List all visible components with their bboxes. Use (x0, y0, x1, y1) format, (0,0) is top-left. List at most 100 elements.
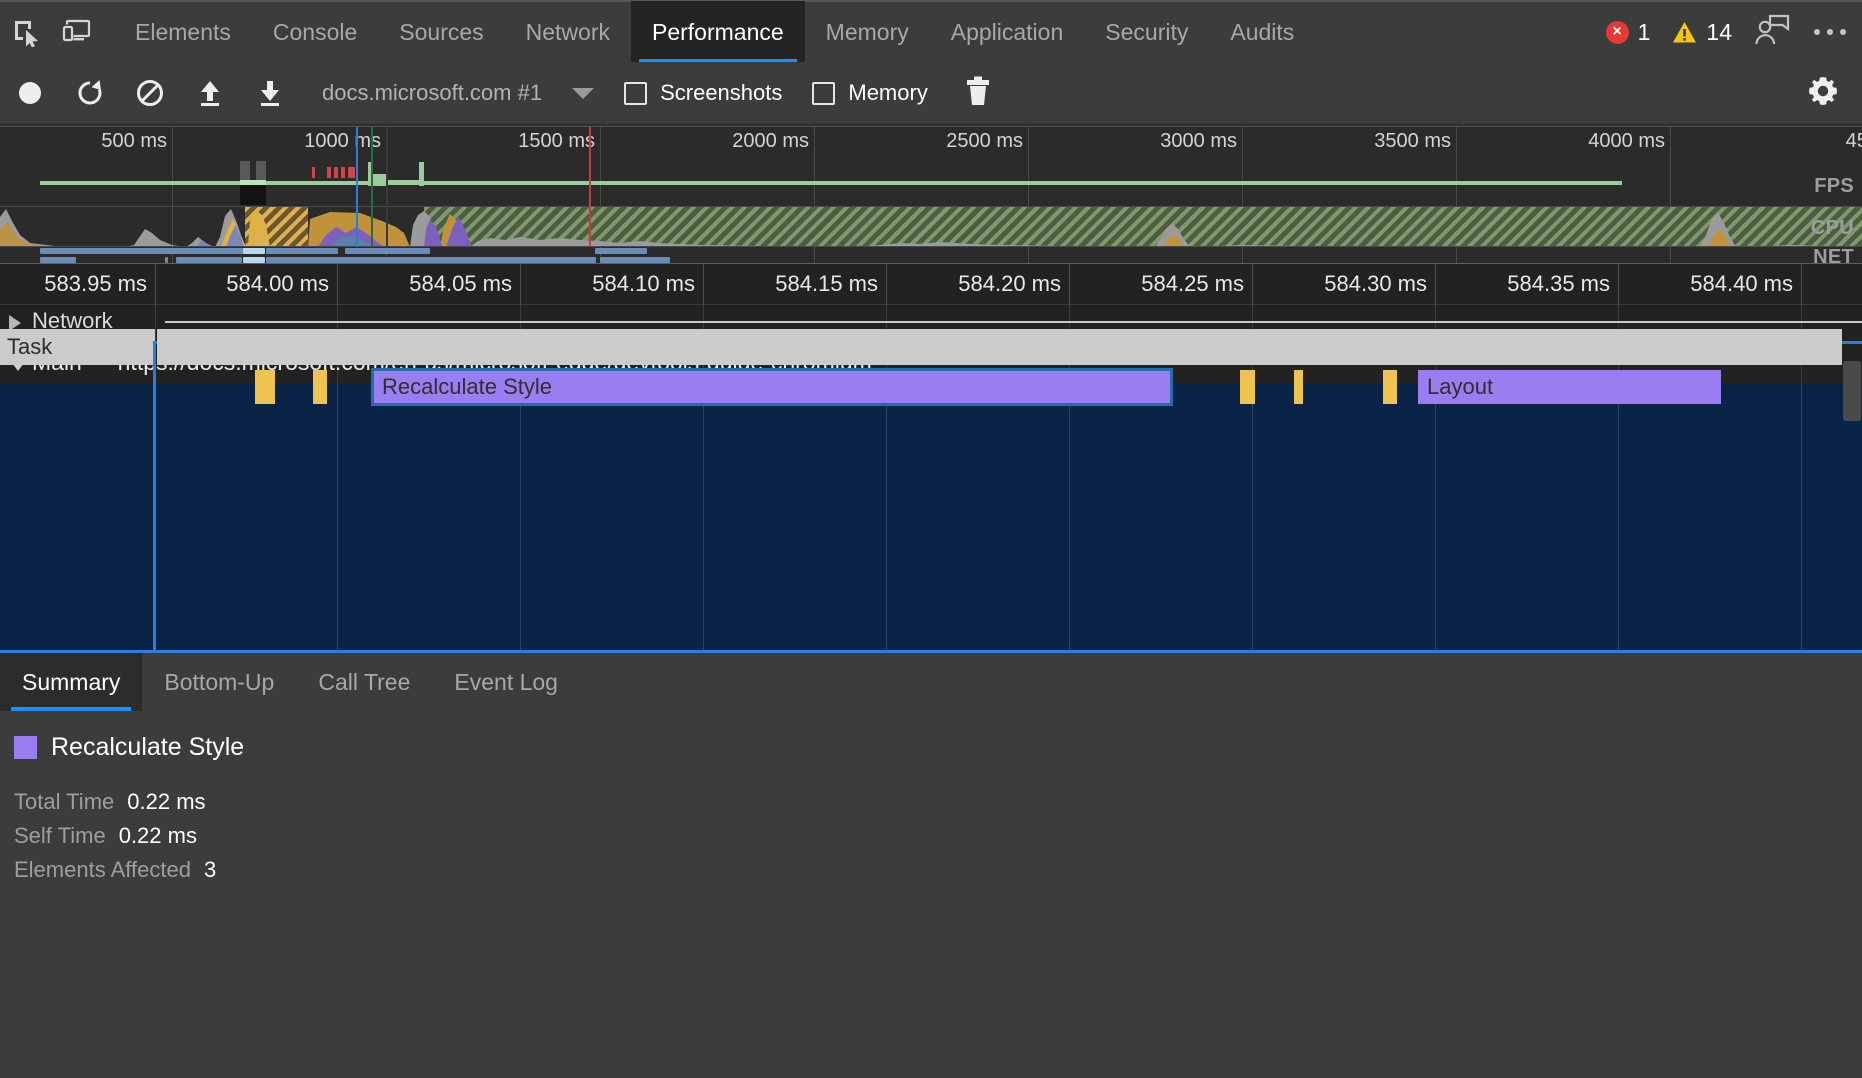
net-request-bar (595, 248, 647, 254)
gear-icon[interactable] (1806, 74, 1840, 113)
device-toolbar-icon[interactable] (52, 1, 104, 63)
save-profile-button[interactable] (240, 62, 300, 125)
details-tab-call-tree[interactable]: Call Tree (296, 653, 432, 711)
flame-event-recalculate-style[interactable]: Recalculate Style (371, 368, 1173, 406)
ruler-tick: 584.00 ms (226, 264, 338, 306)
overview-cpu-lane: CPU (0, 207, 1862, 247)
fps-lane-label: FPS (1814, 175, 1854, 197)
flame-event-yellow[interactable] (1383, 370, 1397, 404)
flame-event-yellow[interactable] (313, 370, 327, 404)
overview-marker-red (589, 127, 591, 247)
overview-tick-label: 2500 ms (946, 130, 1023, 152)
summary-header: Recalculate Style (14, 733, 1862, 762)
tab-label: Elements (135, 18, 231, 45)
ruler-tick-label: 584.05 ms (409, 271, 512, 296)
screenshots-checkbox[interactable]: Screenshots (624, 80, 782, 106)
warning-icon (1672, 21, 1697, 44)
flame-event-yellow[interactable] (1240, 370, 1255, 404)
flame-event-label: Task (7, 334, 53, 359)
tab-security[interactable]: Security (1084, 1, 1209, 63)
record-button[interactable] (0, 62, 60, 125)
clear-recording-button[interactable] (120, 62, 180, 125)
tab-label: Console (272, 18, 358, 45)
details-tab-label: Call Tree (318, 668, 411, 695)
ruler-tick: 584.25 ms (1141, 264, 1253, 306)
overview-marker-blue (356, 127, 358, 247)
cpu-lane-label: CPU (1810, 217, 1854, 239)
flame-event-yellow[interactable] (255, 370, 275, 404)
tab-console[interactable]: Console (252, 1, 378, 63)
overview-fps-lane: FPS (0, 159, 1862, 207)
error-badge[interactable]: × 1 (1605, 19, 1650, 46)
net-lane-label: NET (1813, 247, 1854, 263)
inspect-element-icon[interactable] (0, 1, 52, 63)
tab-network[interactable]: Network (505, 1, 631, 63)
load-profile-button[interactable] (180, 62, 240, 125)
overview-marker-green (371, 127, 373, 247)
summary-row: Total Time 0.22 ms (14, 785, 1862, 819)
recording-name[interactable]: docs.microsoft.com #1 (322, 80, 542, 106)
overview-tick-label: 450 (1845, 130, 1862, 152)
person-feedback-icon[interactable] (1754, 14, 1790, 51)
tab-performance[interactable]: Performance (631, 1, 805, 63)
ruler-tick: 584.05 ms (409, 264, 521, 306)
memory-checkbox[interactable]: Memory (812, 80, 928, 106)
overview-tick-label: 4000 ms (1588, 130, 1665, 152)
details-tab-summary[interactable]: Summary (0, 653, 143, 711)
details-tab-event-log[interactable]: Event Log (432, 653, 580, 711)
details-tab-label: Summary (22, 668, 121, 695)
flame-event-task[interactable] (157, 329, 1842, 365)
tab-application[interactable]: Application (930, 1, 1085, 63)
ruler-tick-label: 584.30 ms (1324, 271, 1427, 296)
summary-row-value: 3 (203, 857, 217, 882)
summary-row: Self Time 0.22 ms (14, 819, 1862, 853)
ruler-tick-label: 584.00 ms (226, 271, 329, 296)
flame-event-label: Layout (1427, 374, 1494, 399)
details-tab-label: Bottom-Up (164, 668, 275, 695)
event-color-swatch (14, 736, 37, 759)
ruler-tick: 583.95 ms (44, 264, 156, 306)
flame-event-task[interactable]: Task (0, 329, 155, 365)
ruler-tick-label: 584.10 ms (592, 271, 695, 296)
fps-long-frame (334, 167, 338, 178)
flame-gridline (886, 384, 887, 652)
fps-frame-bar (419, 162, 424, 186)
fps-frame-good (240, 180, 266, 185)
flamechart-scrollbar-thumb[interactable] (1843, 361, 1861, 421)
timeline-overview[interactable]: 500 ms 1000 ms 1500 ms 2000 ms 2500 ms 3… (0, 126, 1862, 263)
ruler-tick: 584.15 ms (775, 264, 887, 306)
flamechart[interactable]: Network Main — https://docs.microsoft.co… (0, 305, 1862, 652)
checkbox-box (812, 81, 836, 105)
flamechart-playhead[interactable] (153, 341, 156, 652)
network-track-rule (165, 321, 1862, 323)
net-request-bar (266, 248, 338, 254)
ruler-tick-label: 583.95 ms (44, 271, 147, 296)
ruler-tick: 584.30 ms (1324, 264, 1436, 306)
summary-row-key: Self Time (14, 823, 106, 848)
ruler-tick: 584.10 ms (592, 264, 704, 306)
flame-event-layout[interactable]: Layout (1418, 370, 1721, 404)
flame-gridline (520, 384, 521, 652)
reload-and-record-button[interactable] (60, 62, 120, 125)
tab-elements[interactable]: Elements (114, 1, 252, 63)
flame-gridline (1069, 384, 1070, 652)
tab-sources[interactable]: Sources (378, 1, 504, 63)
flame-event-yellow[interactable] (1294, 370, 1303, 404)
memory-label: Memory (848, 80, 928, 105)
tab-memory[interactable]: Memory (805, 1, 930, 63)
ruler-tick-label: 584.40 ms (1690, 271, 1793, 296)
chevron-down-icon[interactable] (572, 87, 595, 99)
tab-label: Memory (825, 18, 909, 45)
overview-marker-gray (386, 127, 388, 247)
flamechart-body[interactable]: Task Recalculate Style Layout (0, 329, 1862, 652)
tab-audits[interactable]: Audits (1209, 1, 1315, 63)
flame-gridline (1618, 384, 1619, 652)
warning-badge[interactable]: 14 (1672, 19, 1732, 46)
flame-gridline (703, 384, 704, 652)
trash-icon[interactable] (964, 75, 992, 112)
more-options-icon[interactable] (1814, 29, 1846, 35)
details-tab-bottom-up[interactable]: Bottom-Up (142, 653, 296, 711)
ruler-tick: 584.20 ms (958, 264, 1070, 306)
flame-gridline (1435, 384, 1436, 652)
details-pane: Summary Bottom-Up Call Tree Event Log Re… (0, 653, 1862, 1078)
